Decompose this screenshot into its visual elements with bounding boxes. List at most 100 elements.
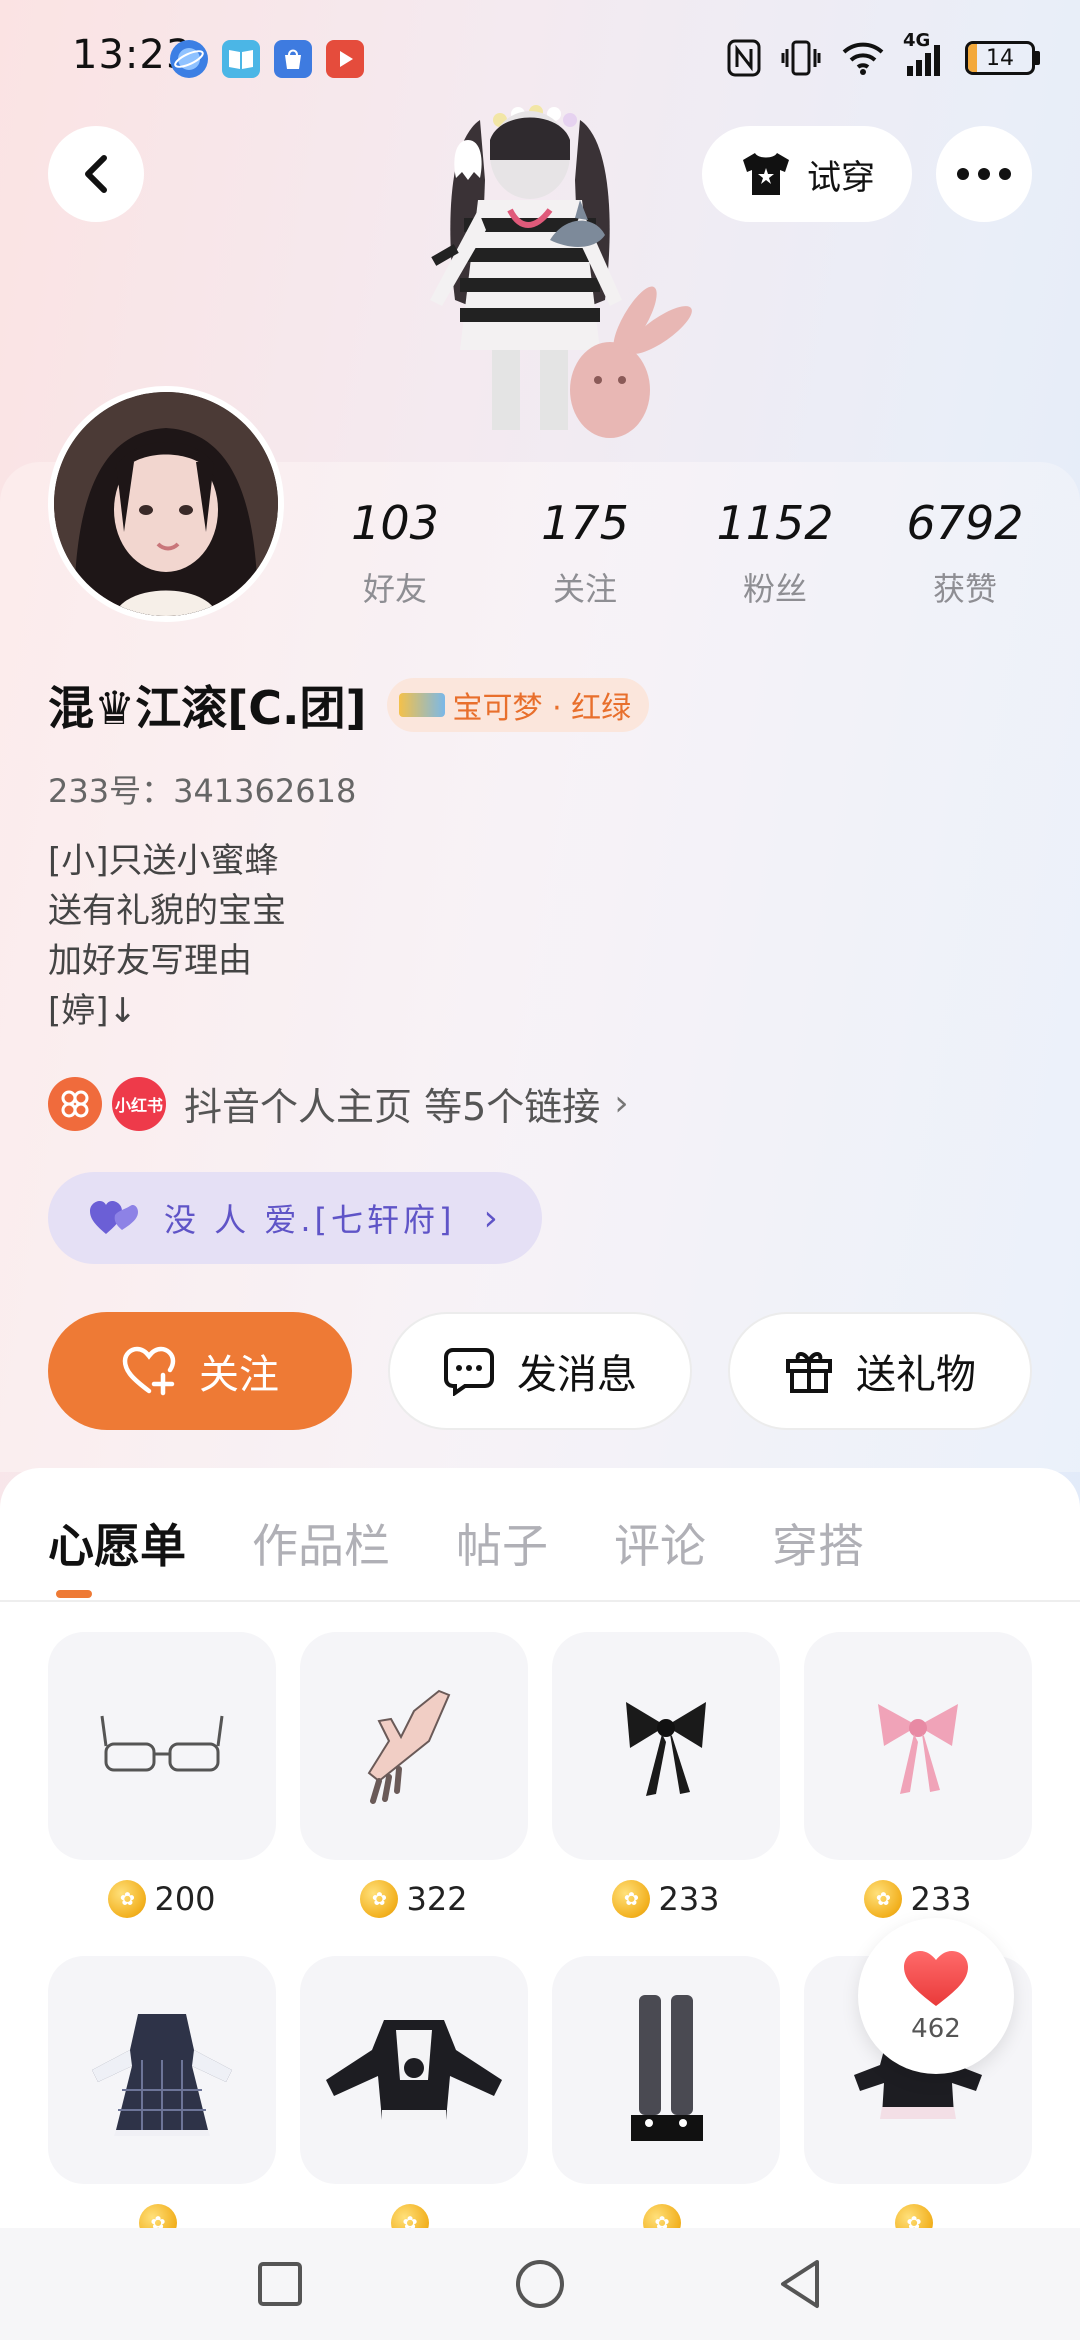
price-value: 233 [658, 1880, 720, 1918]
douyin-icon [48, 1076, 102, 1131]
black-bow-icon [626, 1702, 706, 1796]
game-tag-label: 宝可梦 · 红绿 [452, 691, 632, 726]
item-price: ✿ 233 [804, 1880, 1032, 1918]
links-text: 抖音个人主页 等5个链接 [184, 1085, 601, 1129]
social-links[interactable]: 小红书 抖音个人主页 等5个链接 › [48, 1076, 629, 1131]
wifi-icon [841, 38, 885, 78]
item-card [804, 1632, 1032, 1860]
tab-comments[interactable]: 评论 [614, 1510, 706, 1576]
try-on-label: 试穿 [807, 157, 875, 198]
home-button[interactable] [510, 2254, 570, 2314]
price-value: 322 [406, 1880, 468, 1918]
stat-followers[interactable]: 1152 粉丝 [685, 496, 865, 610]
gift-label: 送礼物 [856, 1352, 976, 1398]
gift-button[interactable]: 送礼物 [728, 1312, 1032, 1430]
stat-label: 好友 [362, 570, 427, 608]
item-card [552, 1632, 780, 1860]
coin-icon: ✿ [108, 1880, 147, 1918]
group-badge[interactable]: 没 人 爱.[七轩府] › [48, 1172, 542, 1264]
hearts-icon [90, 1201, 138, 1234]
wishlist-item[interactable]: ✿ [552, 1956, 780, 2242]
battery-text: 14 [986, 45, 1014, 71]
battery-icon: 14 [965, 38, 1040, 78]
bio-line: 加好友写理由 [48, 941, 252, 981]
more-button[interactable] [936, 126, 1032, 222]
tab-works[interactable]: 作品栏 [252, 1510, 390, 1576]
wishlist-item[interactable]: ✿ 233 [552, 1632, 780, 1918]
coin-icon: ✿ [612, 1880, 651, 1918]
item-price: ✿ 233 [552, 1880, 780, 1918]
stat-label: 关注 [552, 570, 617, 608]
glasses-icon [100, 1715, 224, 1772]
tab-posts[interactable]: 帖子 [456, 1510, 548, 1576]
wishlist-item[interactable]: ✿ [48, 1956, 276, 2242]
wishlist-item[interactable]: ✿ 200 [48, 1632, 276, 1918]
follow-button[interactable]: 关注 [48, 1312, 352, 1430]
try-on-button[interactable]: 试穿 [702, 126, 912, 222]
battery-tip [1035, 51, 1040, 65]
like-button[interactable]: 462 [858, 1918, 1014, 2074]
avatar-3d-figure[interactable] [360, 100, 700, 470]
tshirt-icon [743, 153, 789, 195]
follow-label: 关注 [199, 1352, 279, 1398]
back-icon [85, 155, 107, 193]
item-price: ✿ 322 [300, 1880, 528, 1918]
plaid-dress-icon [92, 2014, 232, 2136]
chevron-right-icon: › [483, 1197, 498, 1239]
xiaohongshu-icon: 小红书 [112, 1076, 166, 1131]
wishlist-item[interactable]: ✿ 322 [300, 1632, 528, 1918]
video-icon [326, 40, 364, 78]
stat-following[interactable]: 175 关注 [495, 496, 675, 610]
chat-bubble-icon [444, 1348, 494, 1396]
tab-outfits[interactable]: 穿搭 [772, 1510, 864, 1576]
back-button[interactable] [48, 126, 144, 222]
system-nav-bar [0, 2228, 1080, 2340]
store-icon [274, 40, 312, 78]
stat-label: 获赞 [932, 570, 997, 608]
active-tab-indicator [56, 1590, 92, 1598]
game-logo-icon [398, 693, 445, 717]
hand-icon [367, 1689, 451, 1804]
user-id: 233号：341362618 [48, 772, 357, 810]
profile-page: 13:23 4G 14 试穿 103 好友 175 关注 1152 粉丝 679… [0, 0, 1080, 2340]
profile-stats: 103 好友 175 关注 1152 粉丝 6792 获赞 [300, 496, 1060, 610]
item-card [48, 1632, 276, 1860]
notification-icons [170, 40, 364, 78]
browser-icon [170, 40, 208, 78]
tabs-divider [0, 1600, 1080, 1602]
heart-plus-icon [122, 1346, 176, 1396]
item-card [48, 1956, 276, 2184]
vibrate-icon [781, 38, 821, 78]
item-card [300, 1632, 528, 1860]
message-label: 发消息 [517, 1352, 637, 1398]
wishlist-item[interactable]: ✿ 233 [804, 1632, 1032, 1918]
recents-button[interactable] [250, 2254, 310, 2314]
message-button[interactable]: 发消息 [388, 1312, 692, 1430]
stat-value: 103 [351, 496, 439, 550]
stat-label: 粉丝 [742, 570, 807, 608]
stat-friends[interactable]: 103 好友 [305, 496, 485, 610]
stat-value: 1152 [716, 496, 834, 550]
content-panel: 心愿单 作品栏 帖子 评论 穿搭 ✿ 200 ✿ 322 ✿ 233 ✿ 233… [0, 1468, 1080, 2242]
avatar[interactable] [48, 386, 284, 622]
tab-wishlist[interactable]: 心愿单 [48, 1510, 186, 1576]
system-icons: 4G 14 [727, 30, 1040, 78]
wishlist-item[interactable]: ✿ [300, 1956, 528, 2242]
chevron-right-icon: › [614, 1083, 629, 1124]
price-value: 200 [154, 1880, 216, 1918]
pink-bow-icon [878, 1704, 958, 1794]
book-icon [222, 40, 260, 78]
bio-line: [婷]↓ [48, 991, 138, 1031]
circle-icon [516, 2260, 564, 2308]
game-tag[interactable]: 宝可梦 · 红绿 [386, 678, 650, 732]
maid-sweater-icon [326, 2020, 502, 2120]
back-nav-button[interactable] [770, 2254, 830, 2314]
nickname-row: 混♛江滚[C.团] 宝可梦 · 红绿 [48, 672, 650, 738]
square-icon [258, 2262, 302, 2306]
heart-icon [904, 1951, 968, 2006]
battery: 14 [965, 41, 1035, 75]
gift-icon [786, 1352, 832, 1393]
bio-line: 送有礼貌的宝宝 [48, 891, 286, 931]
stockings-shoes-icon [631, 1995, 703, 2141]
stat-likes[interactable]: 6792 获赞 [875, 496, 1055, 610]
